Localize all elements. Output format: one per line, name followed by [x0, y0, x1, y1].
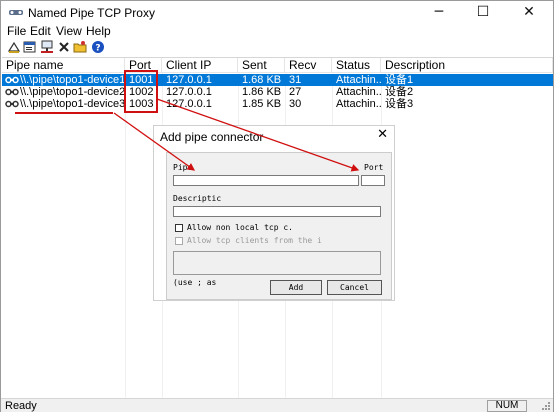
description-input[interactable]	[173, 206, 381, 217]
close-button[interactable]: ✕	[507, 1, 551, 25]
cell-sent: 1.86 KB	[242, 86, 282, 98]
table-row[interactable]: \\.\pipe\topo1-device2 1002 127.0.0.1 1.…	[2, 86, 553, 98]
table-row[interactable]: \\.\pipe\topo1-device1 1001 127.0.0.1 1.…	[2, 74, 553, 86]
column-pipe-name[interactable]: Pipe name	[2, 58, 125, 73]
menu-edit[interactable]: Edit	[30, 25, 51, 38]
pipe-label: Pipe	[173, 163, 193, 172]
cell-description: 设备1	[385, 74, 414, 86]
cell-client-ip: 127.0.0.1	[166, 74, 212, 86]
menu-file[interactable]: File	[7, 25, 26, 38]
properties-icon[interactable]	[23, 40, 37, 54]
cell-sent: 1.85 KB	[242, 98, 282, 110]
cell-status: Attachin...	[336, 86, 381, 98]
svg-text:?: ?	[95, 44, 100, 54]
delete-icon[interactable]	[57, 40, 71, 54]
cell-sent: 1.68 KB	[242, 74, 282, 86]
column-recv[interactable]: Recv	[285, 58, 332, 73]
cell-recv: 31	[289, 74, 302, 86]
table-row[interactable]: \\.\pipe\topo1-device3 1003 127.0.0.1 1.…	[2, 98, 553, 110]
info-textbox	[173, 251, 381, 275]
cell-client-ip: 127.0.0.1	[166, 86, 212, 98]
cell-description: 设备3	[385, 98, 414, 110]
allow-nonlocal-label: Allow non local tcp c.	[187, 223, 293, 232]
menu-bar: File Edit View Help	[1, 25, 553, 39]
column-sent[interactable]: Sent	[238, 58, 285, 73]
description-label: Descriptic	[173, 194, 222, 203]
menu-help[interactable]: Help	[86, 25, 111, 38]
column-description[interactable]: Description	[381, 58, 553, 73]
cell-pipe-name: \\.\pipe\topo1-device2	[20, 86, 125, 98]
dialog-title: Add pipe connector	[160, 130, 264, 144]
app-icon	[9, 10, 23, 15]
cell-pipe-name: \\.\pipe\topo1-device3	[20, 98, 125, 110]
dialog-close-button[interactable]: ✕	[377, 127, 388, 142]
cancel-button[interactable]: Cancel	[327, 280, 382, 295]
status-bar: Ready NUM	[1, 398, 553, 412]
port-label: Port	[364, 163, 384, 172]
maximize-button[interactable]: ☐	[461, 1, 505, 25]
hint-text: (use ; as	[173, 278, 217, 287]
allow-tcp-clients-checkbox[interactable]	[175, 237, 183, 245]
menu-view[interactable]: View	[56, 25, 82, 38]
port-highlight-box	[124, 70, 158, 113]
title-bar: Named Pipe TCP Proxy ─ ☐ ✕	[1, 1, 553, 25]
minimize-button[interactable]: ─	[417, 1, 461, 25]
port-input[interactable]	[361, 175, 385, 186]
cell-recv: 27	[289, 86, 302, 98]
toolbar: ?	[1, 40, 553, 56]
column-client-ip[interactable]: Client IP	[162, 58, 238, 73]
add-pipe-dialog: Add pipe connector ✕ Pipe Port Descripti…	[153, 125, 395, 301]
column-divider	[125, 73, 126, 398]
column-status[interactable]: Status	[332, 58, 381, 73]
dialog-body: Pipe Port Descriptic Allow non local tcp…	[166, 152, 392, 300]
network-icon[interactable]	[40, 40, 54, 54]
window-title: Named Pipe TCP Proxy	[28, 6, 155, 20]
folder-icon[interactable]	[73, 40, 87, 54]
status-text: Ready	[5, 400, 37, 412]
allow-nonlocal-checkbox[interactable]	[175, 224, 183, 232]
cell-description: 设备2	[385, 86, 414, 98]
pipe-name-input[interactable]	[173, 175, 359, 186]
help-icon[interactable]: ?	[91, 40, 105, 54]
cell-pipe-name: \\.\pipe\topo1-device1	[20, 74, 125, 86]
num-lock-indicator: NUM	[487, 400, 527, 412]
cell-status: Attachin...	[336, 74, 381, 86]
app-window: Named Pipe TCP Proxy ─ ☐ ✕ File Edit Vie…	[0, 0, 554, 412]
pipe-name-underline	[15, 112, 113, 114]
list-header: Pipe name Port Client IP Sent Recv Statu…	[2, 58, 553, 73]
cell-recv: 30	[289, 98, 302, 110]
cell-status: Attachin...	[336, 98, 381, 110]
allow-tcp-clients-label: Allow tcp clients from the i	[187, 236, 322, 245]
resize-grip-icon[interactable]	[541, 401, 551, 411]
new-pipe-icon[interactable]	[7, 40, 21, 54]
add-button[interactable]: Add	[270, 280, 322, 295]
cell-client-ip: 127.0.0.1	[166, 98, 212, 110]
